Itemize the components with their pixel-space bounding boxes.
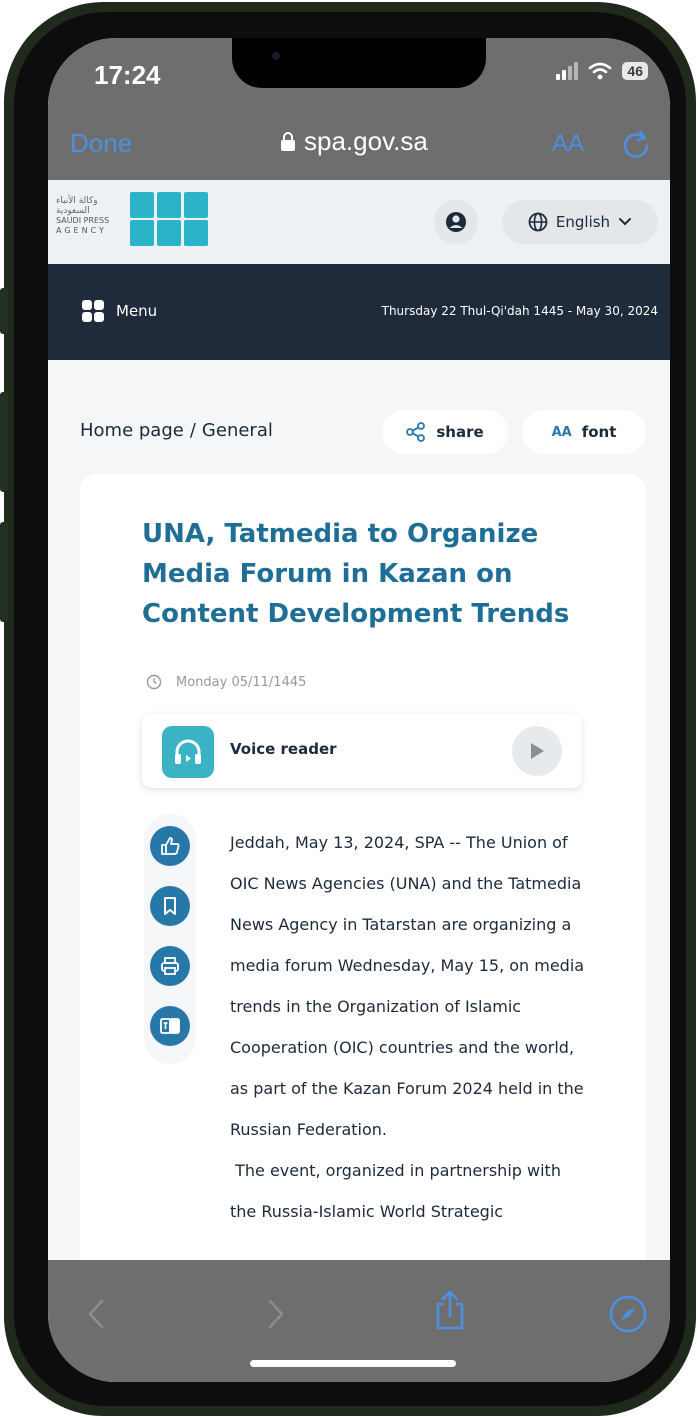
menu-button[interactable]: Menu [82, 300, 157, 322]
article-card: UNA, Tatmedia to Organize Media Forum in… [80, 474, 646, 1274]
screen: 17:24 46 Done spa.gov.sa AA وكالة الأنبا… [48, 38, 670, 1382]
status-icons: 46 [556, 62, 648, 80]
home-indicator[interactable] [250, 1360, 456, 1367]
print-icon [161, 957, 179, 975]
url-text: spa.gov.sa [304, 126, 428, 156]
menu-icon [82, 300, 104, 322]
wifi-icon [589, 62, 612, 80]
article-date: Monday 05/11/1445 [176, 674, 307, 690]
agency-logo-text[interactable]: وكالة الأنباء السعودية SAUDI PRESS AGENC… [56, 196, 122, 236]
bookmark-icon [164, 897, 176, 915]
safari-top-bar: 17:24 46 Done spa.gov.sa AA [48, 38, 670, 180]
logo-english-line2: AGENCY [56, 226, 107, 235]
print-button[interactable] [150, 946, 190, 986]
globe-icon [528, 212, 548, 232]
article-tools [144, 814, 196, 1064]
clock-icon [146, 674, 162, 690]
like-button[interactable] [150, 826, 190, 866]
headphones-icon [162, 726, 214, 778]
chevron-down-icon [619, 218, 632, 226]
text-size-button[interactable]: AA [552, 130, 584, 158]
font-size-icon: AA [551, 424, 572, 440]
article-body: Jeddah, May 13, 2024, SPA -- The Union o… [230, 822, 590, 1232]
breadcrumb-section[interactable]: General [202, 420, 273, 441]
share-sheet-icon[interactable] [432, 1288, 468, 1332]
volume-down-button [0, 522, 8, 622]
reload-icon[interactable] [620, 128, 652, 160]
main-nav-bar: Menu Thursday 22 Thul-Qi'dah 1445 - May … [48, 264, 670, 360]
status-time: 17:24 [94, 60, 161, 90]
volume-up-button [0, 392, 8, 492]
lock-icon [281, 131, 295, 151]
spa-logo-icon[interactable] [130, 192, 208, 246]
font-button[interactable]: AA font [522, 410, 646, 454]
voice-reader-label: Voice reader [230, 740, 337, 758]
menu-label: Menu [116, 302, 158, 320]
current-date: Thursday 22 Thul-Qi'dah 1445 - May 30, 2… [381, 304, 658, 318]
logo-english-line1: SAUDI PRESS [56, 216, 110, 225]
text-size-label: AA [552, 130, 585, 157]
font-label: font [581, 423, 617, 441]
safari-bottom-toolbar [48, 1260, 670, 1382]
account-icon [446, 212, 466, 232]
page-content: Home page / General share AA font UNA, Tat… [48, 360, 670, 1274]
voice-reader[interactable]: Voice reader [142, 714, 582, 788]
done-button[interactable]: Done [70, 128, 132, 159]
front-camera [272, 52, 280, 60]
breadcrumb-home[interactable]: Home page [80, 420, 184, 441]
back-icon[interactable] [86, 1298, 106, 1330]
translate-icon [160, 1018, 180, 1034]
url-bar[interactable]: spa.gov.sa [280, 126, 428, 157]
play-icon [531, 743, 544, 759]
article-title: UNA, Tatmedia to Organize Media Forum in… [142, 519, 570, 629]
translate-button[interactable] [150, 1006, 190, 1046]
article-paragraph: The event, organized in partnership with… [230, 1161, 567, 1221]
play-button[interactable] [512, 726, 562, 776]
compass-icon[interactable] [608, 1294, 648, 1334]
language-label: English [555, 213, 611, 231]
battery-indicator: 46 [622, 62, 648, 80]
article-paragraph: Jeddah, May 13, 2024, SPA -- The Union o… [230, 833, 585, 1139]
silent-switch [0, 288, 8, 334]
language-selector[interactable]: English [502, 200, 658, 244]
breadcrumb-separator: / [189, 420, 196, 441]
share-icon [406, 422, 426, 442]
like-icon [161, 837, 180, 855]
breadcrumb: Home page / General [80, 420, 273, 441]
article-date-row: Monday 05/11/1445 [146, 674, 306, 690]
bookmark-button[interactable] [150, 886, 190, 926]
phone-device: 17:24 46 Done spa.gov.sa AA وكالة الأنبا… [0, 0, 700, 1420]
share-button[interactable]: share [382, 410, 508, 454]
share-label: share [436, 423, 484, 441]
logo-arabic: وكالة الأنباء السعودية [56, 196, 98, 216]
forward-icon[interactable] [266, 1298, 286, 1330]
account-button[interactable] [434, 200, 478, 244]
notch [232, 38, 486, 88]
signal-icon [556, 62, 579, 80]
site-header: وكالة الأنباء السعودية SAUDI PRESS AGENC… [48, 180, 670, 264]
